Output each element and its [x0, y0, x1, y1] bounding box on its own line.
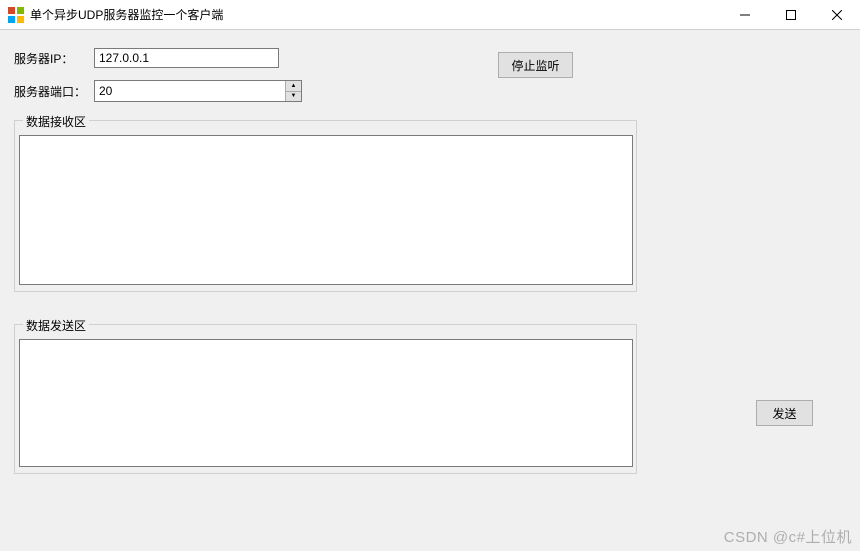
watermark: CSDN @c#上位机 — [724, 526, 852, 547]
send-button[interactable]: 发送 — [756, 400, 813, 426]
receive-groupbox: 数据接收区 — [14, 120, 637, 292]
server-ip-label: 服务器IP： — [14, 50, 94, 67]
send-groupbox: 数据发送区 — [14, 324, 637, 474]
server-port-label: 服务器端口： — [14, 83, 94, 100]
client-area: 服务器IP： 服务器端口： ▲ ▼ 停止监听 数据接收区 数据发送区 发送 — [0, 30, 860, 488]
send-legend: 数据发送区 — [23, 317, 89, 334]
maximize-button[interactable] — [768, 0, 814, 30]
server-port-stepper[interactable]: ▲ ▼ — [94, 80, 302, 102]
app-icon — [8, 7, 24, 23]
server-port-input[interactable] — [95, 81, 285, 101]
minimize-button[interactable] — [722, 0, 768, 30]
window-title: 单个异步UDP服务器监控一个客户端 — [30, 6, 223, 23]
stop-listen-button[interactable]: 停止监听 — [498, 52, 573, 78]
receive-legend: 数据接收区 — [23, 113, 89, 130]
close-button[interactable] — [814, 0, 860, 30]
port-decrement-button[interactable]: ▼ — [286, 92, 301, 102]
port-increment-button[interactable]: ▲ — [286, 81, 301, 92]
titlebar: 单个异步UDP服务器监控一个客户端 — [0, 0, 860, 30]
send-textarea[interactable] — [19, 339, 633, 467]
receive-textarea[interactable] — [19, 135, 633, 285]
window-controls — [722, 0, 860, 29]
server-ip-input[interactable] — [94, 48, 279, 68]
